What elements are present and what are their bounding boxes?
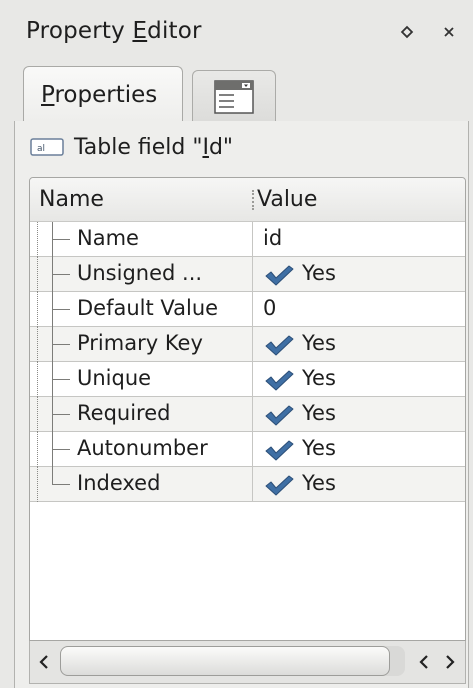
property-rows: Name id Unsigned ... Yes Default Value 0 Prima… [30, 222, 465, 502]
property-grid: Name Value Name id Unsigned ... Yes Default … [29, 177, 466, 641]
property-value: Yes [302, 401, 336, 425]
tab-properties[interactable]: Properties [23, 66, 183, 122]
title-bar: Property Editor [0, 0, 473, 62]
property-row[interactable]: Unsigned ... Yes [30, 257, 465, 292]
tree-branch-line [52, 414, 70, 415]
scroll-thumb[interactable] [60, 646, 390, 676]
column-header-value[interactable]: Value [257, 187, 317, 212]
tree-guide-line [37, 222, 38, 257]
tree-branch-line [52, 274, 70, 275]
property-value-cell[interactable]: Yes [254, 327, 465, 361]
tab-bar: Properties [0, 62, 473, 122]
text-field-icon: al [30, 138, 64, 156]
tree-guide-line [37, 327, 38, 362]
grid-header: Name Value [30, 178, 465, 222]
scroll-right-button[interactable] [438, 647, 462, 677]
checkmark-icon [265, 475, 294, 496]
svg-text:al: al [37, 144, 45, 154]
checkmark-icon [265, 405, 294, 426]
property-value: Yes [302, 436, 336, 460]
tree-guide-line [37, 257, 38, 292]
scroll-left-button[interactable] [32, 647, 56, 677]
property-value: Yes [302, 366, 336, 390]
tree-branch-line [52, 379, 70, 380]
tree-guide-line [37, 292, 38, 327]
checkmark-icon [265, 335, 294, 356]
property-name-cell[interactable]: Default Value [30, 292, 253, 327]
tab-data[interactable] [192, 70, 276, 122]
property-value-cell[interactable]: Yes [254, 362, 465, 396]
scroll-left-button-secondary[interactable] [412, 647, 436, 677]
tree-guide-line [37, 362, 38, 397]
property-name-cell[interactable]: Name [30, 222, 253, 257]
tree-branch-line [52, 467, 53, 484]
property-row[interactable]: Unique Yes [30, 362, 465, 397]
property-value: Yes [302, 331, 336, 355]
tree-guide-line [37, 432, 38, 467]
property-row[interactable]: Required Yes [30, 397, 465, 432]
property-value-cell[interactable]: Yes [254, 397, 465, 431]
property-name: Autonumber [77, 436, 208, 460]
property-value-cell[interactable]: 0 [254, 292, 465, 326]
checkmark-icon [265, 440, 294, 461]
property-value-cell[interactable]: Yes [254, 432, 465, 466]
property-name-cell[interactable]: Required [30, 397, 253, 432]
tree-branch-line [52, 239, 70, 240]
property-name-cell[interactable]: Indexed [30, 467, 253, 502]
property-name: Indexed [77, 471, 161, 495]
property-value-cell[interactable]: id [254, 222, 465, 256]
property-name-cell[interactable]: Unsigned ... [30, 257, 253, 292]
tree-branch-line [52, 449, 70, 450]
object-label: Table field "Id" [74, 134, 234, 160]
property-value: 0 [263, 296, 277, 320]
property-name: Unique [77, 366, 152, 390]
property-row[interactable]: Default Value 0 [30, 292, 465, 327]
property-name: Unsigned ... [77, 261, 203, 285]
object-header: al Table field "Id" [30, 132, 233, 162]
close-icon[interactable] [437, 20, 461, 44]
data-table-icon [214, 80, 254, 114]
property-value-cell[interactable]: Yes [254, 257, 465, 291]
property-value: id [263, 226, 283, 250]
checkmark-icon [265, 370, 294, 391]
float-icon[interactable] [395, 20, 419, 44]
chevron-right-icon [446, 655, 455, 669]
tree-guide-line [37, 467, 38, 502]
property-name-cell[interactable]: Unique [30, 362, 253, 397]
property-value: Yes [302, 261, 336, 285]
property-name: Primary Key [77, 331, 203, 355]
checkmark-icon [265, 265, 294, 286]
column-header-name[interactable]: Name [39, 187, 104, 212]
tree-guide-line [37, 397, 38, 432]
scroll-track[interactable] [60, 646, 405, 676]
property-value-cell[interactable]: Yes [254, 467, 465, 501]
tab-properties-label: Properties [41, 82, 158, 108]
column-resize-handle[interactable] [252, 190, 254, 210]
horizontal-scrollbar[interactable] [29, 641, 466, 684]
property-name-cell[interactable]: Primary Key [30, 327, 253, 362]
window-title: Property Editor [26, 18, 202, 44]
property-value: Yes [302, 471, 336, 495]
tree-branch-line [52, 309, 70, 310]
tree-branch-line [52, 344, 70, 345]
chevron-left-icon [419, 655, 428, 669]
tree-branch-line [52, 484, 70, 485]
property-name: Name [77, 226, 139, 250]
property-name-cell[interactable]: Autonumber [30, 432, 253, 467]
property-row[interactable]: Autonumber Yes [30, 432, 465, 467]
property-row[interactable]: Primary Key Yes [30, 327, 465, 362]
property-row[interactable]: Indexed Yes [30, 467, 465, 502]
property-name: Required [77, 401, 171, 425]
chevron-left-icon [39, 655, 48, 669]
property-name: Default Value [77, 296, 219, 320]
property-row[interactable]: Name id [30, 222, 465, 257]
